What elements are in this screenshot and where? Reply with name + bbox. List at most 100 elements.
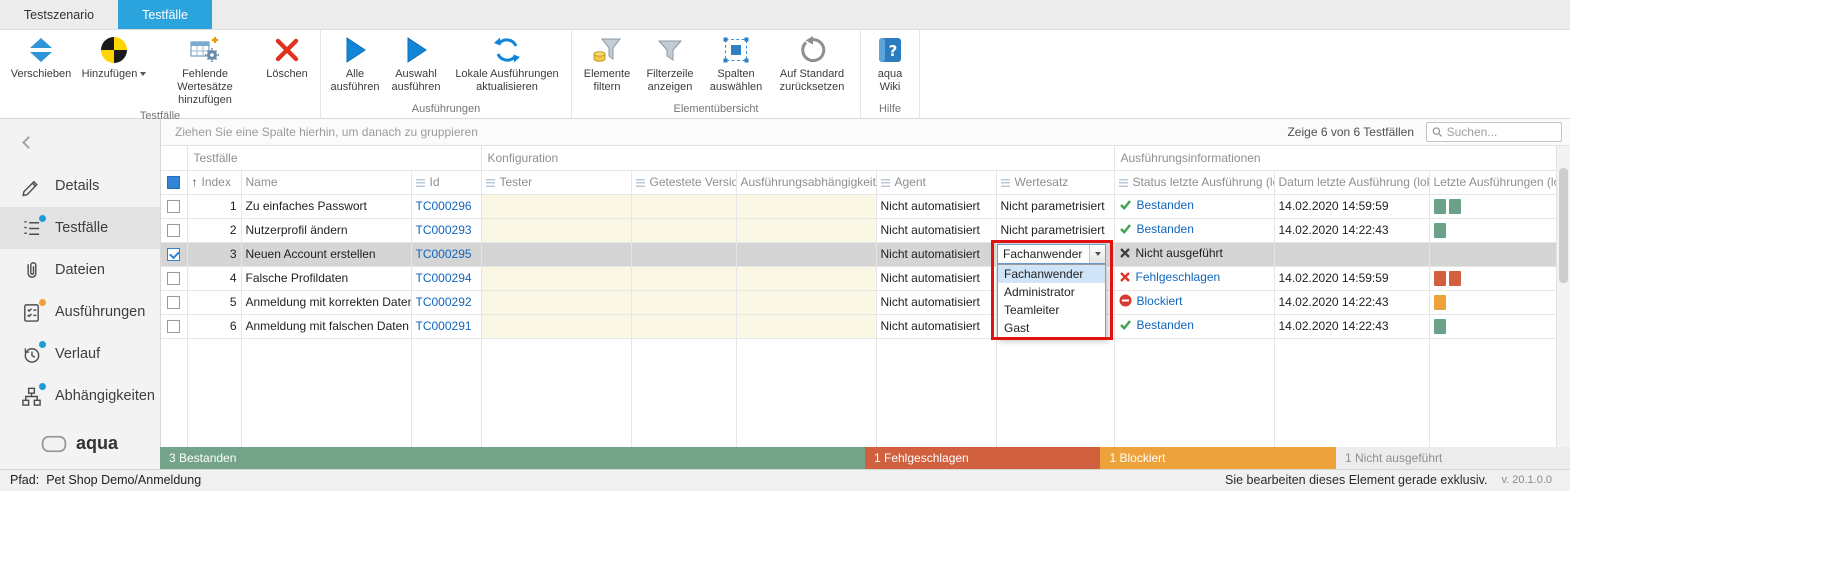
- col-header-tester[interactable]: Tester: [481, 170, 631, 194]
- abhaengigkeit-cell[interactable]: [736, 314, 876, 338]
- testcase-id-link[interactable]: TC000294: [416, 271, 472, 285]
- tester-cell[interactable]: [481, 290, 631, 314]
- dropdown-option-gast[interactable]: Gast: [998, 319, 1105, 337]
- abhaengigkeit-cell[interactable]: [736, 194, 876, 218]
- getestete-version-cell[interactable]: [631, 194, 736, 218]
- auf-standard-zuruecksetzen-button[interactable]: Auf Standard zurücksetzen: [769, 30, 855, 96]
- table-row[interactable]: 2 Nutzerprofil ändern TC000293 Nicht aut…: [161, 218, 1557, 242]
- sidebar-item-dateien[interactable]: Dateien: [0, 249, 160, 291]
- wertesatz-cell[interactable]: Nicht parametrisiert: [996, 194, 1114, 218]
- status-link[interactable]: Bestanden: [1137, 222, 1194, 236]
- getestete-version-cell[interactable]: [631, 242, 736, 266]
- testcase-id-link[interactable]: TC000295: [416, 247, 472, 261]
- row-checkbox[interactable]: [167, 272, 180, 285]
- getestete-version-cell[interactable]: [631, 266, 736, 290]
- col-header-letzte-ausfuehrungen[interactable]: Letzte Ausführungen (lokal): [1429, 170, 1557, 194]
- spalten-auswaehlen-button[interactable]: Spalten auswählen: [703, 30, 769, 96]
- search-input[interactable]: [1447, 125, 1556, 139]
- verschieben-button[interactable]: Verschieben: [5, 30, 77, 83]
- aqua-wiki-button[interactable]: ? aqua Wiki: [866, 30, 914, 96]
- col-header-ausfuehrungsabhaengigkeit[interactable]: Ausführungsabhängigkeit: [736, 170, 876, 194]
- testcase-id-link[interactable]: TC000292: [416, 295, 472, 309]
- row-checkbox[interactable]: [167, 224, 180, 237]
- sidebar-item-verlauf[interactable]: Verlauf: [0, 333, 160, 375]
- sidebar-collapse-button[interactable]: [0, 119, 160, 165]
- wertesatz-combobox[interactable]: Fachanwender: [997, 244, 1106, 264]
- table-row[interactable]: 6 Anmeldung mit falschen Daten TC000291 …: [161, 314, 1557, 338]
- filterzeile-anzeigen-button[interactable]: Filterzeile anzeigen: [637, 30, 703, 96]
- sidebar-item-testfaelle[interactable]: Testfälle: [0, 207, 160, 249]
- execution-history-squares[interactable]: [1434, 294, 1449, 308]
- status-link[interactable]: Fehlgeschlagen: [1136, 270, 1221, 284]
- execution-history-squares[interactable]: [1434, 198, 1464, 212]
- tester-cell[interactable]: [481, 314, 631, 338]
- row-checkbox-checked[interactable]: [167, 248, 180, 261]
- auswahl-ausfuehren-button[interactable]: Auswahl ausführen: [384, 30, 448, 96]
- col-header-datum[interactable]: Datum letzte Ausführung (lokal): [1274, 170, 1429, 194]
- datum-cell: 14.02.2020 14:22:43: [1274, 314, 1429, 338]
- testcase-id-link[interactable]: TC000293: [416, 223, 472, 237]
- scrollbar-thumb[interactable]: [1559, 168, 1568, 283]
- elemente-filtern-button[interactable]: Elemente filtern: [577, 30, 637, 96]
- row-checkbox[interactable]: [167, 296, 180, 309]
- status-link[interactable]: Bestanden: [1137, 318, 1194, 332]
- execution-history-squares[interactable]: [1434, 318, 1449, 332]
- getestete-version-cell[interactable]: [631, 314, 736, 338]
- dropdown-option-fachanwender[interactable]: Fachanwender: [998, 265, 1105, 283]
- sidebar-item-ausfuehrungen[interactable]: Ausführungen: [0, 291, 160, 333]
- lokale-ausfuehrungen-aktualisieren-button[interactable]: Lokale Ausführungen aktualisieren: [448, 30, 566, 96]
- abhaengigkeit-cell[interactable]: [736, 218, 876, 242]
- band-empty: [161, 146, 187, 170]
- combobox-dropdown-button[interactable]: [1089, 245, 1105, 263]
- row-checkbox[interactable]: [167, 200, 180, 213]
- dropdown-option-teamleiter[interactable]: Teamleiter: [998, 301, 1105, 319]
- abhaengigkeit-cell[interactable]: [736, 242, 876, 266]
- status-link[interactable]: Blockiert: [1137, 294, 1183, 308]
- getestete-version-cell[interactable]: [631, 218, 736, 242]
- tester-cell[interactable]: [481, 218, 631, 242]
- tab-testszenario[interactable]: Testszenario: [0, 0, 118, 29]
- abhaengigkeit-cell[interactable]: [736, 290, 876, 314]
- testcase-id-link[interactable]: TC000291: [416, 319, 472, 333]
- table-row[interactable]: 5 Anmeldung mit korrekten Daten TC000292…: [161, 290, 1557, 314]
- id-cell: TC000294: [411, 266, 481, 290]
- missing-value-sets-icon: [190, 35, 220, 65]
- sidebar-item-abhaengigkeiten[interactable]: Abhängigkeiten: [0, 375, 160, 417]
- loeschen-button[interactable]: Löschen: [259, 30, 315, 83]
- testcase-id-link[interactable]: TC000296: [416, 199, 472, 213]
- abhaengigkeit-cell[interactable]: [736, 266, 876, 290]
- path-value: Pet Shop Demo/Anmeldung: [46, 470, 201, 491]
- tester-cell[interactable]: [481, 266, 631, 290]
- vertical-scrollbar[interactable]: [1556, 146, 1570, 447]
- group-panel[interactable]: Ziehen Sie eine Spalte hierhin, um danac…: [161, 119, 1570, 146]
- hinzufuegen-button[interactable]: Hinzufügen: [77, 30, 151, 83]
- table-row[interactable]: 4 Falsche Profildaten TC000294 Nicht aut…: [161, 266, 1557, 290]
- col-header-id[interactable]: Id: [411, 170, 481, 194]
- table-row-selected[interactable]: 3 Neuen Account erstellen TC000295 Nicht…: [161, 242, 1557, 266]
- wertesatz-cell[interactable]: Nicht parametrisiert: [996, 218, 1114, 242]
- execution-history-squares[interactable]: [1434, 222, 1449, 236]
- col-header-wertesatz[interactable]: Wertesatz: [996, 170, 1114, 194]
- notification-dot: [39, 215, 46, 222]
- sidebar-item-details[interactable]: Details: [0, 165, 160, 207]
- search-box[interactable]: [1426, 122, 1562, 142]
- col-header-status[interactable]: Status letzte Ausführung (lokal): [1114, 170, 1274, 194]
- col-header-getestete-version[interactable]: Getestete Version: [631, 170, 736, 194]
- alle-ausfuehren-button[interactable]: Alle ausführen: [326, 30, 384, 96]
- row-checkbox[interactable]: [167, 320, 180, 333]
- select-all-checkbox[interactable]: [167, 176, 180, 189]
- col-header-name[interactable]: Name: [241, 170, 411, 194]
- col-header-agent[interactable]: Agent: [876, 170, 996, 194]
- table-row[interactable]: 1 Zu einfaches Passwort TC000296 Nicht a…: [161, 194, 1557, 218]
- tester-cell[interactable]: [481, 242, 631, 266]
- getestete-version-cell[interactable]: [631, 290, 736, 314]
- band-testfaelle: Testfälle: [187, 146, 481, 170]
- id-cell: TC000292: [411, 290, 481, 314]
- dropdown-option-administrator[interactable]: Administrator: [998, 283, 1105, 301]
- tester-cell[interactable]: [481, 194, 631, 218]
- fehlende-wertesaetze-button[interactable]: Fehlende Wertesätze hinzufügen: [151, 30, 259, 109]
- execution-history-squares[interactable]: [1434, 270, 1464, 284]
- status-link[interactable]: Bestanden: [1137, 198, 1194, 212]
- tab-testfaelle[interactable]: Testfälle: [118, 0, 212, 29]
- col-header-index[interactable]: ↑Index: [187, 170, 241, 194]
